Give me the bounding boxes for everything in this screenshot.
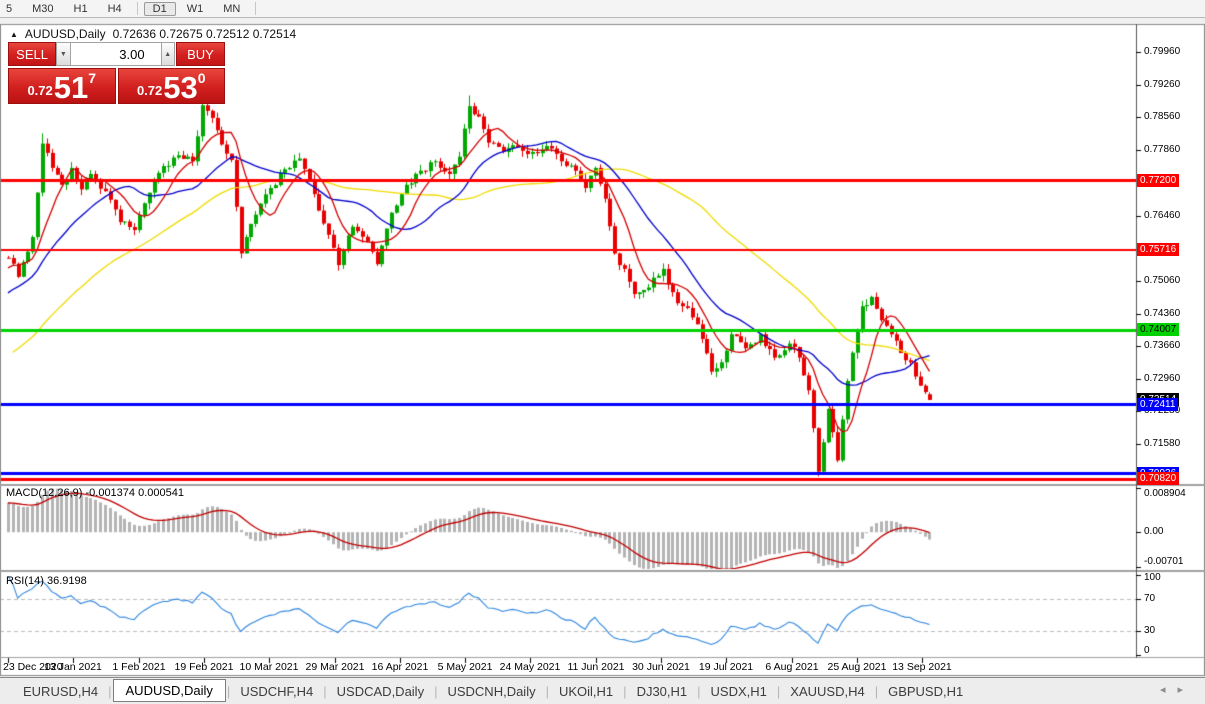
chart-tab-eurusd-h4[interactable]: EURUSD,H4 — [14, 681, 107, 702]
date-axis-label: 10 Mar 2021 — [240, 661, 299, 673]
buy-price-big: 53 — [163, 73, 197, 102]
price-axis-tick: 0.76460 — [1144, 210, 1180, 221]
chart-tab-usdcad-daily[interactable]: USDCAD,Daily — [328, 681, 433, 702]
tab-separator: | — [697, 684, 700, 699]
tab-separator: | — [227, 684, 230, 699]
level-price-badge: 0.74007 — [1137, 323, 1179, 336]
period-toolbar: 5M30H1H4 D1W1MN — [0, 0, 1205, 18]
date-axis-label: 5 May 2021 — [438, 661, 493, 673]
chart-ohlc-values: 0.72636 0.72675 0.72512 0.72514 — [113, 27, 297, 41]
toolbar-separator — [137, 2, 138, 15]
rsi-indicator-label: RSI(14) 36.9198 — [6, 575, 87, 587]
level-price-badge: 0.77200 — [1137, 174, 1179, 187]
chart-tab-usdx-h1[interactable]: USDX,H1 — [702, 681, 776, 702]
price-axis-tick: 0.74360 — [1144, 308, 1180, 319]
buy-price-sup: 0 — [198, 70, 206, 86]
date-axis-label: 29 Mar 2021 — [306, 661, 365, 673]
macd-axis-tick: 0.00 — [1144, 526, 1163, 537]
chart-tab-usdcnh-daily[interactable]: USDCNH,Daily — [438, 681, 544, 702]
date-axis-label: 19 Feb 2021 — [175, 661, 234, 673]
tab-separator: | — [546, 684, 549, 699]
chart-tab-xauusd-h4[interactable]: XAUUSD,H4 — [781, 681, 873, 702]
date-axis-label: 11 Jun 2021 — [567, 661, 624, 673]
macd-axis-tick: 0.008904 — [1144, 488, 1186, 499]
toolbar-period-d1[interactable]: D1 — [144, 2, 176, 16]
toolbar-period-h1[interactable]: H1 — [65, 2, 97, 16]
toolbar-period-w1[interactable]: W1 — [178, 2, 213, 16]
tab-separator: | — [777, 684, 780, 699]
tab-separator: | — [108, 684, 111, 699]
price-axis-tick: 0.78560 — [1144, 111, 1180, 122]
toolbar-separator — [255, 2, 256, 15]
rsi-axis-tick: 100 — [1144, 572, 1161, 583]
chart-tabs-bar: EURUSD,H4|AUDUSD,Daily|USDCHF,H4|USDCAD,… — [0, 677, 1205, 704]
buy-price-prefix: 0.72 — [137, 83, 162, 98]
sell-price-prefix: 0.72 — [27, 83, 52, 98]
sell-button[interactable]: SELL — [8, 42, 56, 66]
price-axis-tick: 0.75060 — [1144, 275, 1180, 286]
volume-decrease-button[interactable]: ▼ — [56, 42, 70, 66]
date-axis-label: 16 Apr 2021 — [372, 661, 429, 673]
chart-tab-audusd-daily[interactable]: AUDUSD,Daily — [113, 679, 226, 702]
date-axis-label: 13 Sep 2021 — [892, 661, 952, 673]
buy-price-box[interactable]: 0.72 53 0 — [118, 68, 226, 104]
toolbar-period-mn[interactable]: MN — [214, 2, 249, 16]
date-axis-label: 1 Feb 2021 — [112, 661, 165, 673]
date-axis-label: 24 May 2021 — [500, 661, 561, 673]
one-click-trading-panel: SELL ▼ ▲ BUY 0.72 51 7 0.72 53 0 — [8, 42, 225, 104]
sell-price-box[interactable]: 0.72 51 7 — [8, 68, 116, 104]
level-price-badge: 0.70820 — [1137, 472, 1179, 485]
macd-axis-tick: -0.00701 — [1144, 556, 1183, 567]
toolbar-period-m30[interactable]: M30 — [23, 2, 62, 16]
chart-canvas[interactable] — [0, 0, 1205, 704]
price-axis-tick: 0.71580 — [1144, 438, 1180, 449]
price-axis-tick: 0.73660 — [1144, 340, 1180, 351]
volume-increase-button[interactable]: ▲ — [161, 42, 175, 66]
price-axis-tick: 0.72960 — [1144, 373, 1180, 384]
date-axis-label: 30 Jun 2021 — [632, 661, 690, 673]
rsi-axis-tick: 30 — [1144, 625, 1155, 636]
chart-tab-dj30-h1[interactable]: DJ30,H1 — [628, 681, 697, 702]
date-axis-label: 19 Jul 2021 — [699, 661, 753, 673]
toolbar-period-h4[interactable]: H4 — [99, 2, 131, 16]
trading-terminal: 5M30H1H4 D1W1MN ▲ AUDUSD,Daily 0.72636 0.… — [0, 0, 1205, 704]
sell-price-sup: 7 — [88, 70, 96, 86]
buy-button[interactable]: BUY — [176, 42, 225, 66]
toolbar-period-5[interactable]: 5 — [0, 2, 21, 16]
tab-separator: | — [323, 684, 326, 699]
macd-indicator-label: MACD(12,26,9) -0.001374 0.000541 — [6, 487, 184, 499]
tab-separator: | — [434, 684, 437, 699]
rsi-axis-tick: 0 — [1144, 645, 1150, 656]
sell-price-big: 51 — [54, 73, 88, 102]
tab-separator: | — [623, 684, 626, 699]
chart-title: ▲ AUDUSD,Daily 0.72636 0.72675 0.72512 0… — [10, 27, 296, 41]
price-axis-tick: 0.77860 — [1144, 144, 1180, 155]
level-price-badge: 0.72411 — [1137, 398, 1178, 411]
tab-separator: | — [875, 684, 878, 699]
rsi-axis-tick: 70 — [1144, 593, 1155, 604]
chart-tab-gbpusd-h1[interactable]: GBPUSD,H1 — [879, 681, 972, 702]
volume-input[interactable] — [71, 42, 161, 66]
chart-tab-usdchf-h4[interactable]: USDCHF,H4 — [231, 681, 322, 702]
chart-symbol-label: AUDUSD,Daily — [25, 27, 106, 41]
price-axis-tick: 0.79260 — [1144, 79, 1180, 90]
collapse-icon[interactable]: ▲ — [10, 30, 18, 39]
price-axis-tick: 0.79960 — [1144, 46, 1180, 57]
date-axis-label: 6 Aug 2021 — [765, 661, 818, 673]
chart-tab-ukoil-h1[interactable]: UKOil,H1 — [550, 681, 622, 702]
tab-scroll-arrows[interactable]: ◂▸ — [1160, 683, 1195, 696]
date-axis-label: 13 Jan 2021 — [44, 661, 102, 673]
level-price-badge: 0.75716 — [1137, 243, 1179, 256]
date-axis-label: 25 Aug 2021 — [828, 661, 887, 673]
